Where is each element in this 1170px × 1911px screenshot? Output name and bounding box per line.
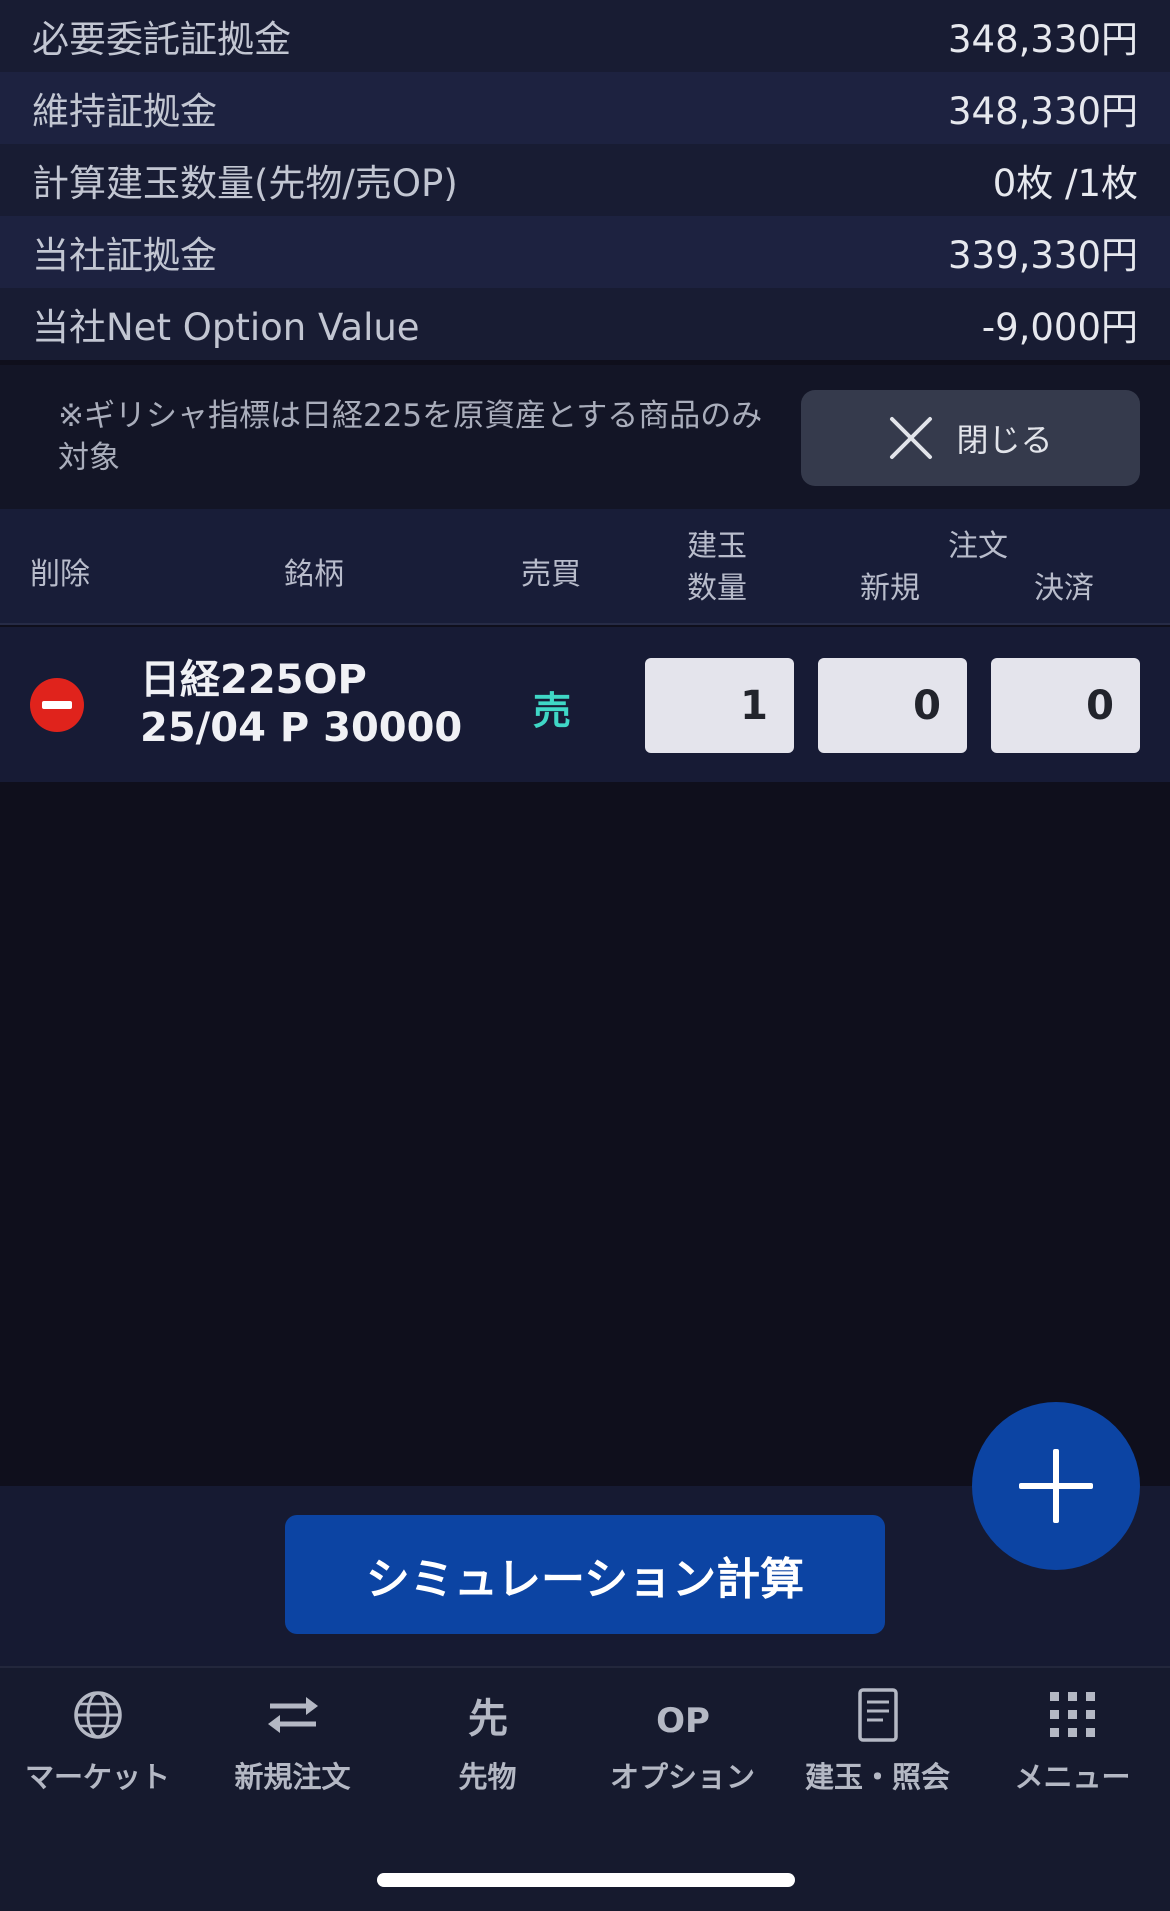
nav-item-option[interactable]: OP オプション (585, 1686, 780, 1796)
nav-item-menu[interactable]: メニュー (975, 1686, 1170, 1796)
greeks-note-text: ※ギリシャ指標は日経225を原資産とする商品のみ対象 (58, 398, 763, 476)
summary-label: 当社Net Option Value (32, 306, 420, 349)
nav-label: 建玉・照会 (804, 1760, 950, 1794)
summary-row-net-option-value: 当社Net Option Value -9,000円 (0, 288, 1170, 360)
summary-label: 必要委託証拠金 (32, 18, 291, 61)
header-side: 売買 (521, 557, 581, 592)
summary-value: -9,000円 (981, 306, 1138, 349)
summary-row-position-count: 計算建玉数量(先物/売OP) 0枚 /1枚 (0, 144, 1170, 216)
grid-menu-icon (1049, 1692, 1095, 1737)
summary-value: 348,330円 (947, 18, 1138, 61)
summary-label: 当社証拠金 (32, 234, 217, 277)
summary-value: 339,330円 (947, 234, 1138, 277)
summary-row-company-margin: 当社証拠金 339,330円 (0, 216, 1170, 288)
positions-table-header: 削除 銘柄 売買 建玉 数量 注文 新規 決済 (0, 509, 1170, 625)
delete-row-icon[interactable] (30, 678, 84, 732)
nav-label: マーケット (24, 1760, 170, 1794)
instrument-line1: 日経225OP (140, 657, 367, 703)
close-button[interactable]: 閉じる (801, 390, 1140, 486)
nav-item-new-order[interactable]: 新規注文 (195, 1686, 390, 1796)
summary-value: 0枚 /1枚 (992, 162, 1138, 205)
header-order: 注文 (948, 529, 1008, 564)
summary-row-required-margin: 必要委託証拠金 348,330円 (0, 0, 1170, 72)
simulate-button[interactable]: シミュレーション計算 (285, 1515, 885, 1634)
position-qty-field[interactable]: 1 (645, 658, 794, 753)
nav-item-market[interactable]: マーケット (0, 1686, 195, 1796)
nav-label: 新規注文 (234, 1760, 351, 1794)
summary-label: 維持証拠金 (32, 90, 217, 133)
header-new: 新規 (860, 571, 920, 606)
header-position-line1: 建玉 (687, 529, 747, 564)
summary-row-maintenance-margin: 維持証拠金 348,330円 (0, 72, 1170, 144)
header-settle: 決済 (1034, 571, 1094, 606)
instrument-name: 日経225OP 25/04 P 30000 (140, 656, 462, 752)
close-button-label: 閉じる (956, 421, 1053, 459)
svg-text:OP: OP (656, 1701, 710, 1741)
swap-arrows-icon (267, 1697, 318, 1733)
nav-item-positions[interactable]: 建玉・照会 (780, 1686, 975, 1796)
nav-label: 先物 (458, 1760, 517, 1794)
home-indicator[interactable] (377, 1873, 795, 1887)
nav-item-futures[interactable]: 先 先物 (390, 1686, 585, 1796)
summary-value: 348,330円 (947, 90, 1138, 133)
globe-icon (73, 1691, 122, 1739)
header-position-line2: 数量 (687, 571, 747, 606)
settle-qty-field[interactable]: 0 (991, 658, 1140, 753)
header-symbol: 銘柄 (284, 557, 344, 592)
futures-icon: 先 (468, 1696, 508, 1742)
margin-summary: 必要委託証拠金 348,330円 維持証拠金 348,330円 計算建玉数量(先… (0, 0, 1170, 360)
close-icon (890, 417, 933, 459)
new-qty-field[interactable]: 0 (818, 658, 967, 753)
instrument-line2: 25/04 P 30000 (140, 705, 463, 751)
option-icon: OP (656, 1701, 710, 1741)
document-icon (857, 1688, 898, 1742)
summary-label: 計算建玉数量(先物/売OP) (32, 162, 458, 205)
add-position-button[interactable] (972, 1402, 1140, 1570)
nav-label: オプション (609, 1760, 755, 1794)
svg-text:先: 先 (468, 1696, 508, 1742)
nav-label: メニュー (1014, 1760, 1131, 1794)
side-sell-label: 売 (532, 689, 571, 733)
header-delete: 削除 (30, 557, 90, 592)
